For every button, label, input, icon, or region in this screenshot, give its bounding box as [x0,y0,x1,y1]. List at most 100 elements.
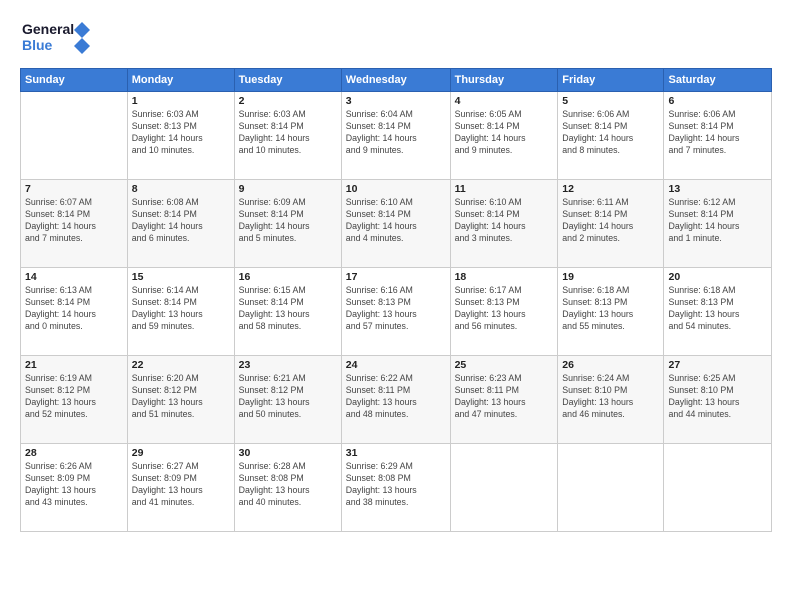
day-info: Sunrise: 6:08 AM Sunset: 8:14 PM Dayligh… [132,197,230,245]
header: General Blue [20,16,772,60]
day-info: Sunrise: 6:19 AM Sunset: 8:12 PM Dayligh… [25,373,123,421]
logo-svg: General Blue [20,16,90,60]
calendar-cell: 24 Sunrise: 6:22 AM Sunset: 8:11 PM Dayli… [341,356,450,444]
day-info: Sunrise: 6:24 AM Sunset: 8:10 PM Dayligh… [562,373,659,421]
week-row-4: 21 Sunrise: 6:19 AM Sunset: 8:12 PM Dayli… [21,356,772,444]
calendar-cell: 7 Sunrise: 6:07 AM Sunset: 8:14 PM Daylig… [21,180,128,268]
day-number: 19 [562,271,659,283]
day-number: 1 [132,95,230,107]
calendar-cell: 21 Sunrise: 6:19 AM Sunset: 8:12 PM Dayli… [21,356,128,444]
day-number: 4 [455,95,554,107]
day-number: 6 [668,95,767,107]
calendar-cell: 17 Sunrise: 6:16 AM Sunset: 8:13 PM Dayli… [341,268,450,356]
calendar-cell: 12Sunrise: 6:11 AM Sunset: 8:14 PM Dayli… [558,180,664,268]
calendar-cell [558,444,664,532]
day-number: 9 [239,183,337,195]
week-row-2: 7 Sunrise: 6:07 AM Sunset: 8:14 PM Daylig… [21,180,772,268]
day-number: 31 [346,447,446,459]
day-number: 27 [668,359,767,371]
calendar-cell: 27Sunrise: 6:25 AM Sunset: 8:10 PM Dayli… [664,356,772,444]
day-number: 11 [455,183,554,195]
day-info: Sunrise: 6:28 AM Sunset: 8:08 PM Dayligh… [239,461,337,509]
calendar-cell: 15Sunrise: 6:14 AM Sunset: 8:14 PM Dayli… [127,268,234,356]
day-number: 10 [346,183,446,195]
calendar-cell: 25 Sunrise: 6:23 AM Sunset: 8:11 PM Dayli… [450,356,558,444]
calendar-cell: 19 Sunrise: 6:18 AM Sunset: 8:13 PM Dayli… [558,268,664,356]
day-number: 7 [25,183,123,195]
day-number: 18 [455,271,554,283]
day-info: Sunrise: 6:21 AM Sunset: 8:12 PM Dayligh… [239,373,337,421]
header-day-thursday: Thursday [450,69,558,92]
day-info: Sunrise: 6:06 AM Sunset: 8:14 PM Dayligh… [668,109,767,157]
calendar-cell: 16 Sunrise: 6:15 AM Sunset: 8:14 PM Dayli… [234,268,341,356]
week-row-3: 14 Sunrise: 6:13 AM Sunset: 8:14 PM Dayli… [21,268,772,356]
day-number: 12 [562,183,659,195]
day-number: 30 [239,447,337,459]
day-info: Sunrise: 6:06 AM Sunset: 8:14 PM Dayligh… [562,109,659,157]
calendar-cell: 26Sunrise: 6:24 AM Sunset: 8:10 PM Dayli… [558,356,664,444]
day-number: 17 [346,271,446,283]
day-number: 29 [132,447,230,459]
day-info: Sunrise: 6:07 AM Sunset: 8:14 PM Dayligh… [25,197,123,245]
svg-text:General: General [22,21,74,37]
day-number: 28 [25,447,123,459]
day-info: Sunrise: 6:18 AM Sunset: 8:13 PM Dayligh… [668,285,767,333]
header-day-sunday: Sunday [21,69,128,92]
day-number: 5 [562,95,659,107]
day-number: 23 [239,359,337,371]
day-info: Sunrise: 6:03 AM Sunset: 8:14 PM Dayligh… [239,109,337,157]
day-info: Sunrise: 6:09 AM Sunset: 8:14 PM Dayligh… [239,197,337,245]
calendar-body: 1Sunrise: 6:03 AM Sunset: 8:13 PM Daylig… [21,92,772,532]
day-info: Sunrise: 6:22 AM Sunset: 8:11 PM Dayligh… [346,373,446,421]
calendar-cell: 31 Sunrise: 6:29 AM Sunset: 8:08 PM Dayli… [341,444,450,532]
day-info: Sunrise: 6:23 AM Sunset: 8:11 PM Dayligh… [455,373,554,421]
day-info: Sunrise: 6:12 AM Sunset: 8:14 PM Dayligh… [668,197,767,245]
day-number: 13 [668,183,767,195]
calendar-cell: 6 Sunrise: 6:06 AM Sunset: 8:14 PM Daylig… [664,92,772,180]
calendar-cell: 13 Sunrise: 6:12 AM Sunset: 8:14 PM Dayli… [664,180,772,268]
calendar-table: SundayMondayTuesdayWednesdayThursdayFrid… [20,68,772,532]
day-info: Sunrise: 6:10 AM Sunset: 8:14 PM Dayligh… [455,197,554,245]
day-number: 8 [132,183,230,195]
calendar-cell: 9 Sunrise: 6:09 AM Sunset: 8:14 PM Daylig… [234,180,341,268]
day-info: Sunrise: 6:04 AM Sunset: 8:14 PM Dayligh… [346,109,446,157]
day-info: Sunrise: 6:26 AM Sunset: 8:09 PM Dayligh… [25,461,123,509]
calendar-cell: 10Sunrise: 6:10 AM Sunset: 8:14 PM Dayli… [341,180,450,268]
header-row: SundayMondayTuesdayWednesdayThursdayFrid… [21,69,772,92]
calendar-cell: 11 Sunrise: 6:10 AM Sunset: 8:14 PM Dayli… [450,180,558,268]
day-number: 22 [132,359,230,371]
day-info: Sunrise: 6:16 AM Sunset: 8:13 PM Dayligh… [346,285,446,333]
calendar-cell: 30 Sunrise: 6:28 AM Sunset: 8:08 PM Dayli… [234,444,341,532]
day-info: Sunrise: 6:27 AM Sunset: 8:09 PM Dayligh… [132,461,230,509]
day-info: Sunrise: 6:29 AM Sunset: 8:08 PM Dayligh… [346,461,446,509]
header-day-wednesday: Wednesday [341,69,450,92]
day-number: 24 [346,359,446,371]
calendar-cell: 1Sunrise: 6:03 AM Sunset: 8:13 PM Daylig… [127,92,234,180]
header-day-friday: Friday [558,69,664,92]
calendar-cell: 22Sunrise: 6:20 AM Sunset: 8:12 PM Dayli… [127,356,234,444]
calendar-cell: 29 Sunrise: 6:27 AM Sunset: 8:09 PM Dayli… [127,444,234,532]
day-info: Sunrise: 6:15 AM Sunset: 8:14 PM Dayligh… [239,285,337,333]
day-info: Sunrise: 6:18 AM Sunset: 8:13 PM Dayligh… [562,285,659,333]
day-info: Sunrise: 6:05 AM Sunset: 8:14 PM Dayligh… [455,109,554,157]
day-number: 16 [239,271,337,283]
week-row-5: 28 Sunrise: 6:26 AM Sunset: 8:09 PM Dayli… [21,444,772,532]
calendar-cell: 4 Sunrise: 6:05 AM Sunset: 8:14 PM Daylig… [450,92,558,180]
calendar-cell: 8 Sunrise: 6:08 AM Sunset: 8:14 PM Daylig… [127,180,234,268]
calendar-cell: 18Sunrise: 6:17 AM Sunset: 8:13 PM Dayli… [450,268,558,356]
day-info: Sunrise: 6:14 AM Sunset: 8:14 PM Dayligh… [132,285,230,333]
day-number: 3 [346,95,446,107]
calendar-cell [450,444,558,532]
header-day-monday: Monday [127,69,234,92]
day-number: 25 [455,359,554,371]
day-number: 14 [25,271,123,283]
day-number: 21 [25,359,123,371]
calendar-cell: 20 Sunrise: 6:18 AM Sunset: 8:13 PM Dayli… [664,268,772,356]
calendar-cell: 2 Sunrise: 6:03 AM Sunset: 8:14 PM Daylig… [234,92,341,180]
calendar-cell: 23 Sunrise: 6:21 AM Sunset: 8:12 PM Dayli… [234,356,341,444]
day-number: 2 [239,95,337,107]
day-number: 20 [668,271,767,283]
header-day-tuesday: Tuesday [234,69,341,92]
day-info: Sunrise: 6:13 AM Sunset: 8:14 PM Dayligh… [25,285,123,333]
page: General Blue SundayMondayTuesdayWednesda… [0,0,792,612]
